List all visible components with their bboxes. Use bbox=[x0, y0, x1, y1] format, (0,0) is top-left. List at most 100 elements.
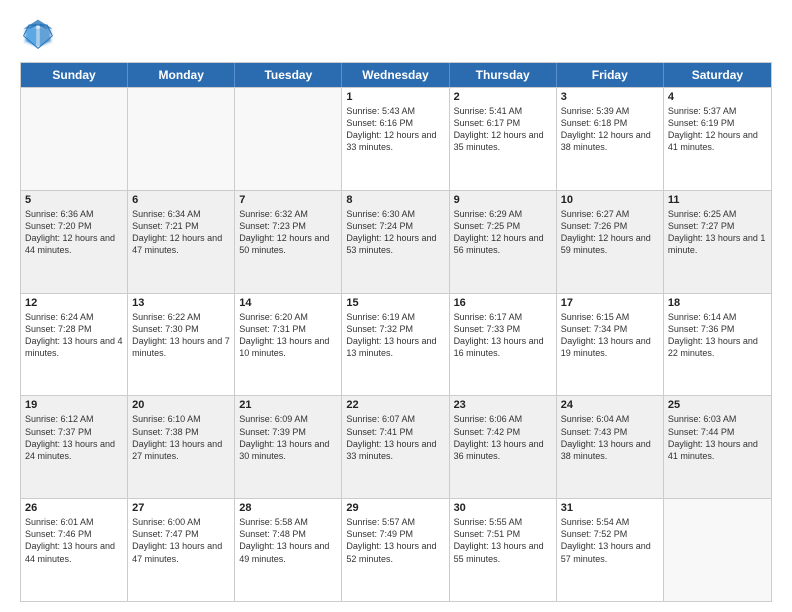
day-number: 16 bbox=[454, 297, 552, 309]
day-cell-16: 16 Sunrise: 6:17 AM Sunset: 7:33 PM Dayli… bbox=[450, 294, 557, 396]
day-info: Sunrise: 5:37 AM Sunset: 6:19 PM Dayligh… bbox=[668, 105, 767, 154]
day-cell-26: 26 Sunrise: 6:01 AM Sunset: 7:46 PM Dayli… bbox=[21, 499, 128, 601]
day-cell-12: 12 Sunrise: 6:24 AM Sunset: 7:28 PM Dayli… bbox=[21, 294, 128, 396]
day-number: 13 bbox=[132, 297, 230, 309]
day-number: 12 bbox=[25, 297, 123, 309]
page: SundayMondayTuesdayWednesdayThursdayFrid… bbox=[0, 0, 792, 612]
day-number: 5 bbox=[25, 194, 123, 206]
day-number: 21 bbox=[239, 399, 337, 411]
calendar-body: 1 Sunrise: 5:43 AM Sunset: 6:16 PM Daylig… bbox=[21, 87, 771, 601]
day-number: 1 bbox=[346, 91, 444, 103]
day-number: 30 bbox=[454, 502, 552, 514]
day-info: Sunrise: 6:27 AM Sunset: 7:26 PM Dayligh… bbox=[561, 208, 659, 257]
day-number: 8 bbox=[346, 194, 444, 206]
header-day-tuesday: Tuesday bbox=[235, 63, 342, 87]
header-day-saturday: Saturday bbox=[664, 63, 771, 87]
day-cell-23: 23Sunrise: 6:06 AM Sunset: 7:42 PM Dayli… bbox=[450, 396, 557, 498]
day-info: Sunrise: 6:10 AM Sunset: 7:38 PM Dayligh… bbox=[132, 413, 230, 462]
day-cell-29: 29 Sunrise: 5:57 AM Sunset: 7:49 PM Dayli… bbox=[342, 499, 449, 601]
header bbox=[20, 16, 772, 52]
day-info: Sunrise: 6:24 AM Sunset: 7:28 PM Dayligh… bbox=[25, 311, 123, 360]
day-info: Sunrise: 5:58 AM Sunset: 7:48 PM Dayligh… bbox=[239, 516, 337, 565]
day-number: 28 bbox=[239, 502, 337, 514]
day-info: Sunrise: 6:19 AM Sunset: 7:32 PM Dayligh… bbox=[346, 311, 444, 360]
day-cell-7: 7Sunrise: 6:32 AM Sunset: 7:23 PM Daylig… bbox=[235, 191, 342, 293]
day-info: Sunrise: 6:36 AM Sunset: 7:20 PM Dayligh… bbox=[25, 208, 123, 257]
day-number: 14 bbox=[239, 297, 337, 309]
day-cell-15: 15 Sunrise: 6:19 AM Sunset: 7:32 PM Dayli… bbox=[342, 294, 449, 396]
empty-cell-0-0 bbox=[21, 88, 128, 190]
day-cell-24: 24 Sunrise: 6:04 AM Sunset: 7:43 PM Dayli… bbox=[557, 396, 664, 498]
day-cell-6: 6Sunrise: 6:34 AM Sunset: 7:21 PM Daylig… bbox=[128, 191, 235, 293]
logo-icon bbox=[20, 16, 56, 52]
day-cell-13: 13 Sunrise: 6:22 AM Sunset: 7:30 PM Dayli… bbox=[128, 294, 235, 396]
day-cell-4: 4 Sunrise: 5:37 AM Sunset: 6:19 PM Daylig… bbox=[664, 88, 771, 190]
logo bbox=[20, 16, 62, 52]
day-info: Sunrise: 5:55 AM Sunset: 7:51 PM Dayligh… bbox=[454, 516, 552, 565]
day-info: Sunrise: 6:30 AM Sunset: 7:24 PM Dayligh… bbox=[346, 208, 444, 257]
day-cell-21: 21 Sunrise: 6:09 AM Sunset: 7:39 PM Dayli… bbox=[235, 396, 342, 498]
day-info: Sunrise: 5:54 AM Sunset: 7:52 PM Dayligh… bbox=[561, 516, 659, 565]
day-cell-25: 25Sunrise: 6:03 AM Sunset: 7:44 PM Dayli… bbox=[664, 396, 771, 498]
day-cell-30: 30 Sunrise: 5:55 AM Sunset: 7:51 PM Dayli… bbox=[450, 499, 557, 601]
day-number: 4 bbox=[668, 91, 767, 103]
empty-cell-4-6 bbox=[664, 499, 771, 601]
day-number: 9 bbox=[454, 194, 552, 206]
day-info: Sunrise: 6:12 AM Sunset: 7:37 PM Dayligh… bbox=[25, 413, 123, 462]
day-cell-5: 5 Sunrise: 6:36 AM Sunset: 7:20 PM Daylig… bbox=[21, 191, 128, 293]
day-cell-20: 20 Sunrise: 6:10 AM Sunset: 7:38 PM Dayli… bbox=[128, 396, 235, 498]
day-info: Sunrise: 6:34 AM Sunset: 7:21 PM Dayligh… bbox=[132, 208, 230, 257]
day-info: Sunrise: 6:06 AM Sunset: 7:42 PM Dayligh… bbox=[454, 413, 552, 462]
day-cell-22: 22Sunrise: 6:07 AM Sunset: 7:41 PM Dayli… bbox=[342, 396, 449, 498]
day-number: 18 bbox=[668, 297, 767, 309]
day-cell-2: 2 Sunrise: 5:41 AM Sunset: 6:17 PM Daylig… bbox=[450, 88, 557, 190]
day-number: 3 bbox=[561, 91, 659, 103]
day-info: Sunrise: 6:22 AM Sunset: 7:30 PM Dayligh… bbox=[132, 311, 230, 360]
day-cell-3: 3 Sunrise: 5:39 AM Sunset: 6:18 PM Daylig… bbox=[557, 88, 664, 190]
day-cell-14: 14 Sunrise: 6:20 AM Sunset: 7:31 PM Dayli… bbox=[235, 294, 342, 396]
day-info: Sunrise: 5:39 AM Sunset: 6:18 PM Dayligh… bbox=[561, 105, 659, 154]
day-number: 10 bbox=[561, 194, 659, 206]
day-info: Sunrise: 6:14 AM Sunset: 7:36 PM Dayligh… bbox=[668, 311, 767, 360]
day-info: Sunrise: 6:15 AM Sunset: 7:34 PM Dayligh… bbox=[561, 311, 659, 360]
day-number: 29 bbox=[346, 502, 444, 514]
day-info: Sunrise: 6:20 AM Sunset: 7:31 PM Dayligh… bbox=[239, 311, 337, 360]
day-cell-11: 11Sunrise: 6:25 AM Sunset: 7:27 PM Dayli… bbox=[664, 191, 771, 293]
day-info: Sunrise: 6:09 AM Sunset: 7:39 PM Dayligh… bbox=[239, 413, 337, 462]
header-day-sunday: Sunday bbox=[21, 63, 128, 87]
day-cell-10: 10 Sunrise: 6:27 AM Sunset: 7:26 PM Dayli… bbox=[557, 191, 664, 293]
header-day-friday: Friday bbox=[557, 63, 664, 87]
day-info: Sunrise: 5:43 AM Sunset: 6:16 PM Dayligh… bbox=[346, 105, 444, 154]
day-cell-28: 28 Sunrise: 5:58 AM Sunset: 7:48 PM Dayli… bbox=[235, 499, 342, 601]
calendar-row-1: 5 Sunrise: 6:36 AM Sunset: 7:20 PM Daylig… bbox=[21, 190, 771, 293]
day-number: 11 bbox=[668, 194, 767, 206]
day-number: 15 bbox=[346, 297, 444, 309]
day-info: Sunrise: 6:17 AM Sunset: 7:33 PM Dayligh… bbox=[454, 311, 552, 360]
day-number: 20 bbox=[132, 399, 230, 411]
calendar-row-3: 19 Sunrise: 6:12 AM Sunset: 7:37 PM Dayli… bbox=[21, 395, 771, 498]
day-number: 7 bbox=[239, 194, 337, 206]
calendar: SundayMondayTuesdayWednesdayThursdayFrid… bbox=[20, 62, 772, 602]
day-number: 2 bbox=[454, 91, 552, 103]
day-cell-27: 27Sunrise: 6:00 AM Sunset: 7:47 PM Dayli… bbox=[128, 499, 235, 601]
empty-cell-0-1 bbox=[128, 88, 235, 190]
day-info: Sunrise: 6:01 AM Sunset: 7:46 PM Dayligh… bbox=[25, 516, 123, 565]
day-info: Sunrise: 6:04 AM Sunset: 7:43 PM Dayligh… bbox=[561, 413, 659, 462]
day-info: Sunrise: 5:57 AM Sunset: 7:49 PM Dayligh… bbox=[346, 516, 444, 565]
day-number: 22 bbox=[346, 399, 444, 411]
day-cell-18: 18 Sunrise: 6:14 AM Sunset: 7:36 PM Dayli… bbox=[664, 294, 771, 396]
day-number: 31 bbox=[561, 502, 659, 514]
day-number: 24 bbox=[561, 399, 659, 411]
day-number: 19 bbox=[25, 399, 123, 411]
day-cell-17: 17Sunrise: 6:15 AM Sunset: 7:34 PM Dayli… bbox=[557, 294, 664, 396]
empty-cell-0-2 bbox=[235, 88, 342, 190]
day-cell-19: 19 Sunrise: 6:12 AM Sunset: 7:37 PM Dayli… bbox=[21, 396, 128, 498]
day-cell-8: 8 Sunrise: 6:30 AM Sunset: 7:24 PM Daylig… bbox=[342, 191, 449, 293]
calendar-row-2: 12 Sunrise: 6:24 AM Sunset: 7:28 PM Dayli… bbox=[21, 293, 771, 396]
day-number: 26 bbox=[25, 502, 123, 514]
day-info: Sunrise: 6:29 AM Sunset: 7:25 PM Dayligh… bbox=[454, 208, 552, 257]
day-number: 25 bbox=[668, 399, 767, 411]
header-day-monday: Monday bbox=[128, 63, 235, 87]
day-cell-31: 31 Sunrise: 5:54 AM Sunset: 7:52 PM Dayli… bbox=[557, 499, 664, 601]
day-info: Sunrise: 5:41 AM Sunset: 6:17 PM Dayligh… bbox=[454, 105, 552, 154]
